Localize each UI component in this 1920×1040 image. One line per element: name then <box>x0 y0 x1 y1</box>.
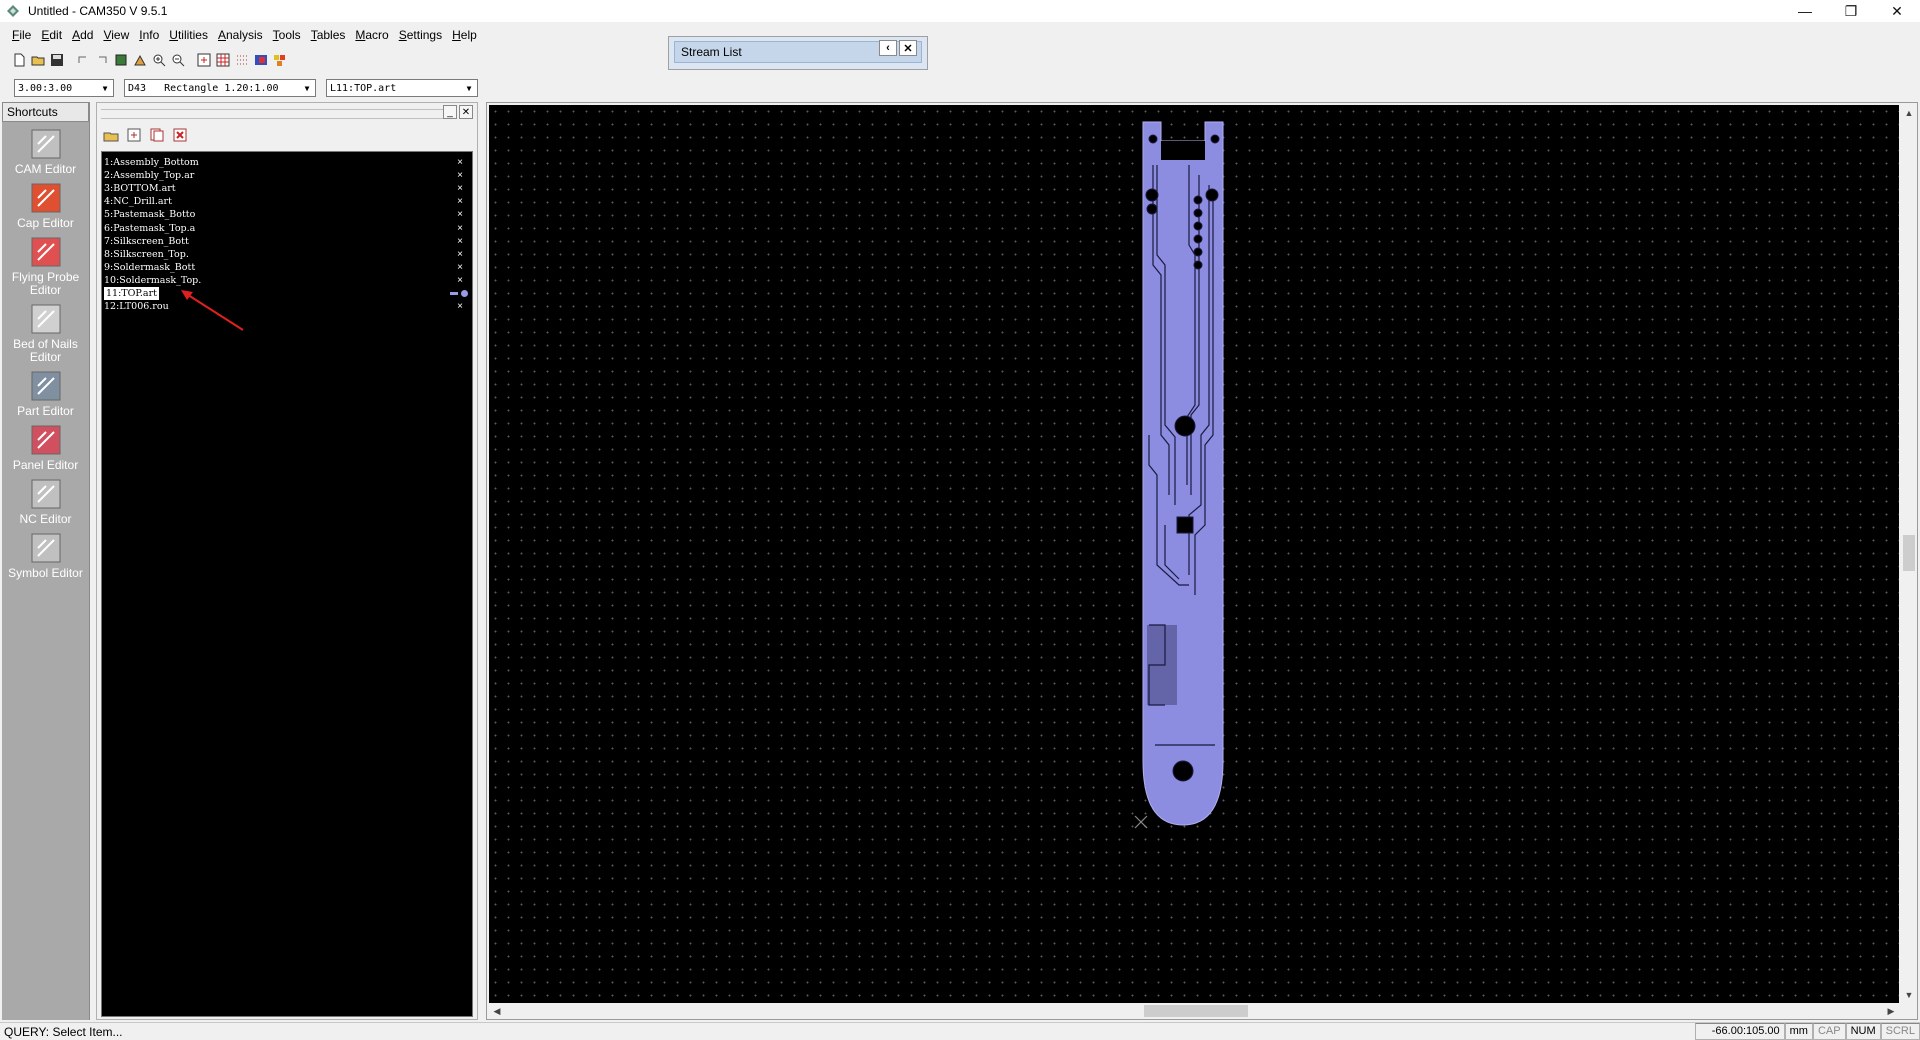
part-editor-icon <box>31 371 60 401</box>
layer-panel: _ ✕ 1:Assembly_Bottom × 2:Assembly_Top.ar ×… <box>96 102 478 1020</box>
panel-editor-icon <box>31 425 60 455</box>
menu-info[interactable]: Info <box>139 28 159 42</box>
save-icon[interactable] <box>48 51 66 69</box>
shortcut-label: Symbol Editor <box>8 566 83 580</box>
status-prompt: QUERY: Select Item... <box>4 1024 123 1039</box>
dcode-combo[interactable]: D43 Rectangle 1.20:1.00 ▼ <box>124 79 316 97</box>
scroll-up-icon[interactable]: ▲ <box>1901 105 1917 121</box>
vertical-scrollbar[interactable]: ▲ ▼ <box>1901 105 1917 1003</box>
menu-macro[interactable]: Macro <box>355 28 388 42</box>
color-icon[interactable] <box>252 51 270 69</box>
chevron-down-icon[interactable]: ▼ <box>461 80 477 96</box>
menu-file[interactable]: File <box>12 28 31 42</box>
nc-editor-icon <box>31 479 60 509</box>
layers-icon[interactable] <box>271 51 289 69</box>
menu-bar: File Edit Add View Info Utilities Analys… <box>0 24 487 46</box>
shortcut-label: CAM Editor <box>14 162 77 176</box>
shortcut-label: Cap Editor <box>17 216 74 230</box>
flying-probe-icon <box>31 237 60 267</box>
bed-of-nails-icon <box>31 304 60 334</box>
scroll-right-icon[interactable]: ▶ <box>1883 1003 1899 1019</box>
grid-icon[interactable] <box>214 51 232 69</box>
status-scrl: SCRL <box>1880 1023 1920 1040</box>
layer-value: L11:TOP.art <box>330 82 397 94</box>
shortcut-cap-editor[interactable]: Cap Editor <box>2 182 89 230</box>
shortcut-label: NC Editor <box>19 512 72 526</box>
scroll-left-icon[interactable]: ◀ <box>489 1003 505 1019</box>
shortcut-bed-of-nails-editor[interactable]: Bed of Nails Editor <box>2 303 89 364</box>
cam350-app-icon <box>7 5 19 17</box>
stream-list-close-button[interactable]: ✕ <box>899 40 917 56</box>
menu-tables[interactable]: Tables <box>311 28 346 42</box>
toolbar-combos: 3.00:3.00 ▼ D43 Rectangle 1.20:1.00 ▼ L1… <box>14 79 478 97</box>
shortcut-label: Flying Probe Editor <box>11 270 80 297</box>
shortcut-label: Panel Editor <box>12 458 79 472</box>
status-bar: QUERY: Select Item... -66.00:105.00 mm C… <box>0 1022 1920 1040</box>
shortcut-flying-probe-editor[interactable]: Flying Probe Editor <box>2 236 89 297</box>
close-button[interactable]: ✕ <box>1874 0 1920 22</box>
grid-size-value: 3.00:3.00 <box>18 82 73 94</box>
minimize-button[interactable]: — <box>1782 0 1828 22</box>
shortcut-panel-editor[interactable]: Panel Editor <box>2 424 89 472</box>
shortcut-cam-editor[interactable]: CAM Editor <box>2 128 89 176</box>
cap-editor-icon <box>31 183 60 213</box>
pan-icon[interactable] <box>131 51 149 69</box>
shortcuts-panel: Shortcuts CAM Editor Cap Editor Flying Pro… <box>2 102 90 1020</box>
stream-list-pin-button[interactable]: ‹ <box>879 40 897 56</box>
shortcut-nc-editor[interactable]: NC Editor <box>2 478 89 526</box>
zoom-in-icon[interactable] <box>150 51 168 69</box>
chevron-down-icon[interactable]: ▼ <box>97 80 113 96</box>
status-coordinates: -66.00:105.00 <box>1694 1023 1785 1040</box>
shortcut-label: Bed of Nails Editor <box>13 337 78 364</box>
redraw-icon[interactable] <box>112 51 130 69</box>
zoom-out-icon[interactable] <box>169 51 187 69</box>
menu-utilities[interactable]: Utilities <box>169 28 208 42</box>
open-icon[interactable] <box>29 51 47 69</box>
status-units: mm <box>1784 1023 1813 1040</box>
redo-icon[interactable] <box>93 51 111 69</box>
restore-button[interactable]: ❐ <box>1828 0 1874 22</box>
pcb-board <box>1134 121 1224 829</box>
stream-list-window[interactable]: Stream List ‹ ✕ <box>668 36 928 70</box>
menu-tools[interactable]: Tools <box>273 28 301 42</box>
annotation-arrow <box>181 290 244 331</box>
symbol-editor-icon <box>31 533 60 563</box>
new-file-icon[interactable] <box>10 51 28 69</box>
status-num: NUM <box>1845 1023 1881 1040</box>
menu-edit[interactable]: Edit <box>41 28 62 42</box>
horizontal-scroll-thumb[interactable] <box>1144 1005 1248 1017</box>
undo-icon[interactable] <box>74 51 92 69</box>
chevron-down-icon[interactable]: ▼ <box>299 80 315 96</box>
snap-grid-icon[interactable] <box>233 51 251 69</box>
menu-settings[interactable]: Settings <box>399 28 442 42</box>
scroll-down-icon[interactable]: ▼ <box>1901 987 1917 1003</box>
layer-select-icon[interactable] <box>195 51 213 69</box>
shortcut-part-editor[interactable]: Part Editor <box>2 370 89 418</box>
main-toolbar <box>10 50 289 70</box>
shortcut-symbol-editor[interactable]: Symbol Editor <box>2 532 89 580</box>
menu-analysis[interactable]: Analysis <box>218 28 263 42</box>
menu-add[interactable]: Add <box>72 28 93 42</box>
title-bar: Untitled - CAM350 V 9.5.1 — ❐ ✕ <box>0 0 1920 22</box>
grid-size-combo[interactable]: 3.00:3.00 ▼ <box>14 79 114 97</box>
window-title: Untitled - CAM350 V 9.5.1 <box>28 4 168 18</box>
dcode-value: D43 Rectangle 1.20:1.00 <box>128 82 279 94</box>
menu-view[interactable]: View <box>103 28 129 42</box>
vertical-scroll-thumb[interactable] <box>1903 535 1915 571</box>
stream-list-title: Stream List <box>681 45 742 59</box>
menu-help[interactable]: Help <box>452 28 477 42</box>
horizontal-scrollbar[interactable]: ◀ ▶ <box>489 1003 1899 1019</box>
cad-canvas[interactable] <box>489 105 1899 1003</box>
shortcuts-header: Shortcuts <box>2 102 89 122</box>
cad-canvas-area: ▲ ▼ ◀ ▶ <box>486 102 1918 1020</box>
status-cap: CAP <box>1812 1023 1846 1040</box>
layer-combo[interactable]: L11:TOP.art ▼ <box>326 79 478 97</box>
shortcut-label: Part Editor <box>17 404 74 418</box>
cam-editor-icon <box>31 129 60 159</box>
